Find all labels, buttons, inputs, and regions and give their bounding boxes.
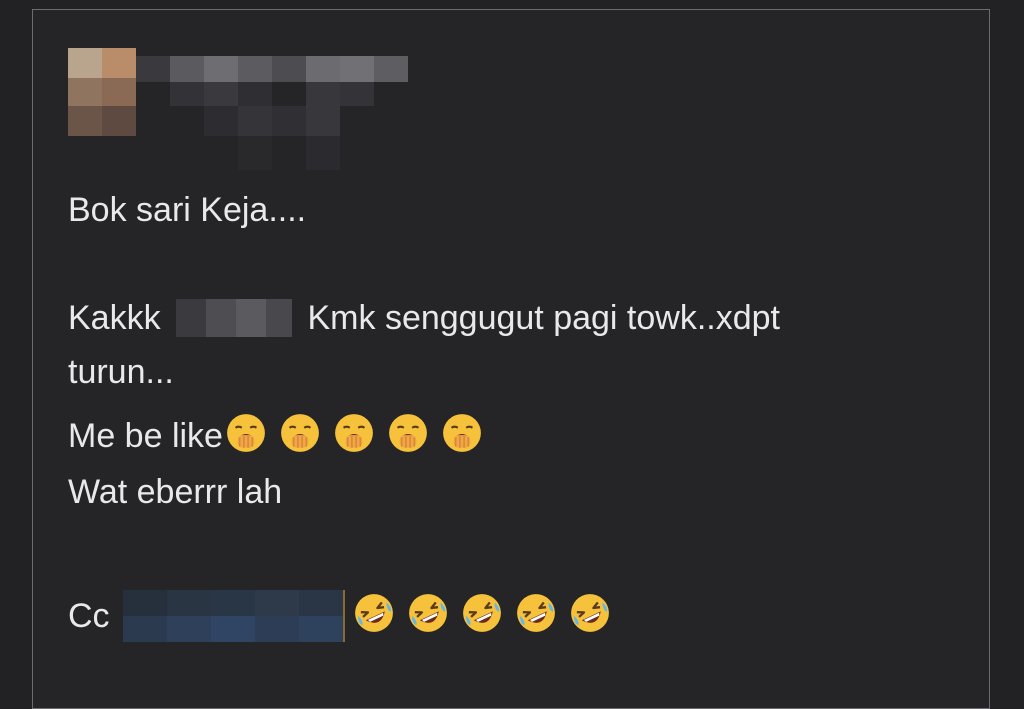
post-text: Bok sari Keja.... (68, 191, 307, 229)
yawning-face-emoji-icon (441, 412, 483, 454)
yawning-face-emoji-icon (279, 412, 321, 454)
post-text: Wat eberrr lah (68, 473, 283, 511)
redacted-avatar (68, 48, 136, 136)
rolling-laughing-emoji-icon (353, 592, 395, 634)
post-line-4: Me be like (68, 414, 495, 457)
post-text: Cc (68, 597, 110, 635)
redacted-mention (176, 299, 293, 338)
post-text: Kakkk (68, 299, 161, 338)
redacted-tagged-user[interactable] (123, 590, 346, 642)
post-line-5: Wat eberrr lah (68, 472, 282, 512)
post-text: turun... (68, 353, 174, 391)
post-text: Me be like (68, 417, 223, 456)
rolling-laughing-emoji-icon (569, 592, 611, 634)
rolling-laughing-emoji-icon (461, 592, 503, 634)
post-text: Kmk senggugut pagi towk..xdpt (307, 299, 781, 338)
rolling-laughing-emoji-icon (407, 592, 449, 634)
post-line-3: turun... (68, 352, 174, 392)
yawning-face-emoji-icon (225, 412, 267, 454)
rolling-laughing-emoji-icon (515, 592, 557, 634)
post-line-6: Cc (68, 590, 623, 642)
redacted-author-header (68, 48, 408, 172)
post-line-2: Kakkk Kmk senggugut pagi towk..xdpt (68, 296, 780, 338)
redacted-author-name (136, 48, 408, 172)
yawning-face-emoji-icon (333, 412, 375, 454)
post-line-1: Bok sari Keja.... (68, 190, 306, 230)
yawning-face-emoji-icon (387, 412, 429, 454)
